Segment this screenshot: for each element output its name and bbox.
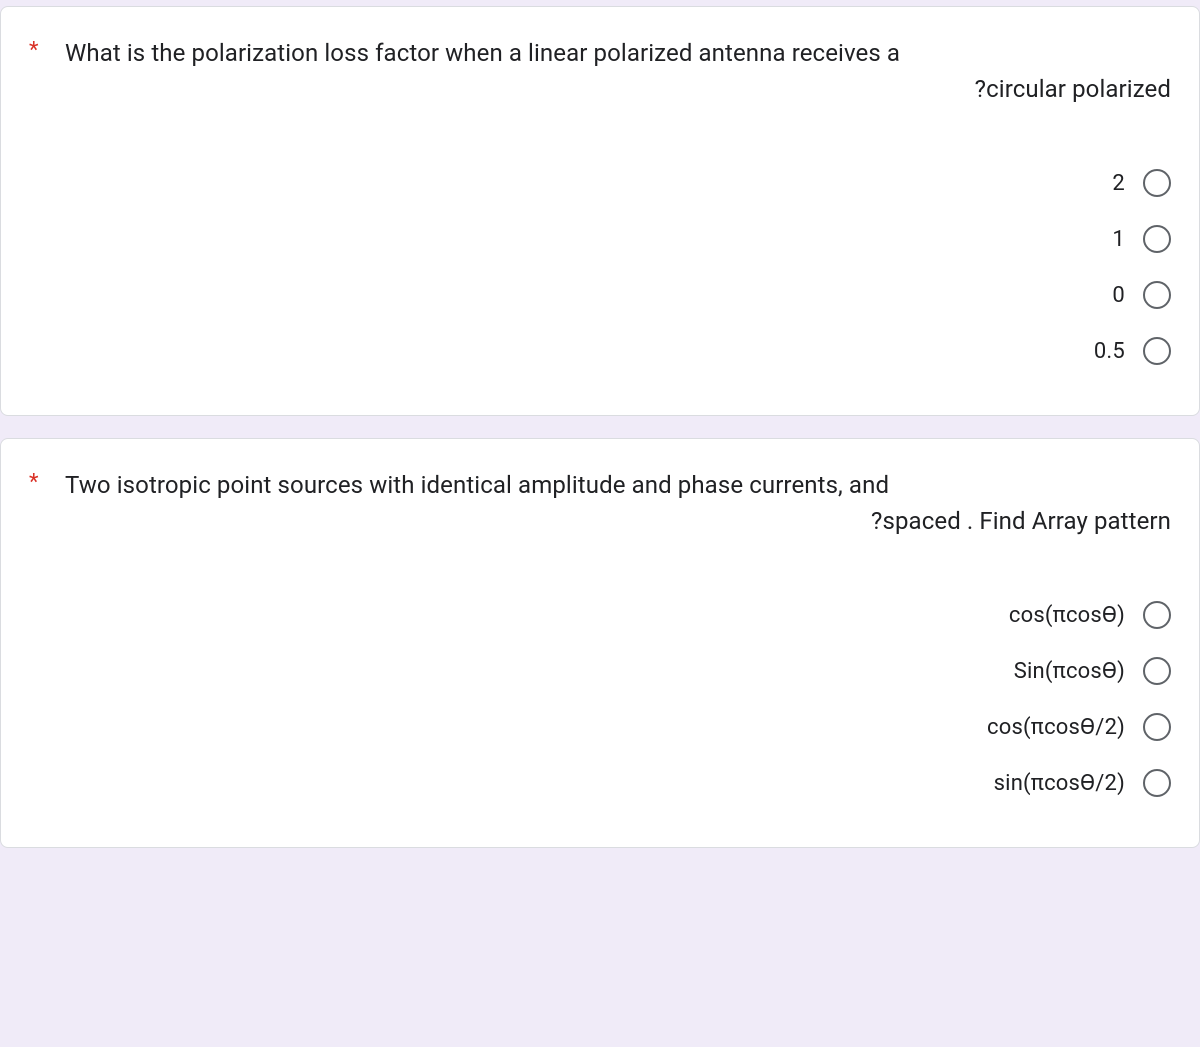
question-text: Two isotropic point sources with identic… [65, 467, 1171, 539]
question-header: * Two isotropic point sources with ident… [29, 467, 1171, 539]
radio-button[interactable] [1143, 713, 1171, 741]
option-label: sin(πcosӨ/2) [994, 771, 1125, 796]
radio-button[interactable] [1143, 601, 1171, 629]
option-label: 1 [1112, 227, 1125, 252]
question-text: What is the polarization loss factor whe… [65, 35, 1171, 107]
option-label: cos(πcosӨ) [1009, 603, 1125, 628]
option-row[interactable]: cos(πcosӨ) [29, 587, 1171, 643]
question-text-line: Two isotropic point sources with identic… [65, 467, 1171, 503]
options-group: 2 1 0 0.5 [29, 155, 1171, 379]
options-group: cos(πcosӨ) Sin(πcosӨ) cos(πcosӨ/2) sin(π… [29, 587, 1171, 811]
option-row[interactable]: 0.5 [29, 323, 1171, 379]
question-header: * What is the polarization loss factor w… [29, 35, 1171, 107]
option-label: cos(πcosӨ/2) [987, 715, 1125, 740]
radio-button[interactable] [1143, 769, 1171, 797]
radio-button[interactable] [1143, 337, 1171, 365]
question-text-line: ?circular polarized [65, 71, 1171, 107]
radio-button[interactable] [1143, 281, 1171, 309]
option-row[interactable]: Sin(πcosӨ) [29, 643, 1171, 699]
question-card: * What is the polarization loss factor w… [0, 6, 1200, 416]
option-row[interactable]: cos(πcosӨ/2) [29, 699, 1171, 755]
radio-button[interactable] [1143, 225, 1171, 253]
question-text-line: What is the polarization loss factor whe… [65, 35, 1171, 71]
radio-button[interactable] [1143, 169, 1171, 197]
option-row[interactable]: 1 [29, 211, 1171, 267]
question-card: * Two isotropic point sources with ident… [0, 438, 1200, 848]
radio-button[interactable] [1143, 657, 1171, 685]
required-asterisk: * [29, 467, 47, 499]
option-row[interactable]: 0 [29, 267, 1171, 323]
option-label: 0.5 [1094, 339, 1125, 364]
option-label: 2 [1112, 171, 1125, 196]
option-label: Sin(πcosӨ) [1014, 659, 1125, 684]
question-text-line: ?spaced . Find Array pattern [65, 503, 1171, 539]
required-asterisk: * [29, 35, 47, 67]
option-row[interactable]: 2 [29, 155, 1171, 211]
option-label: 0 [1112, 283, 1125, 308]
option-row[interactable]: sin(πcosӨ/2) [29, 755, 1171, 811]
